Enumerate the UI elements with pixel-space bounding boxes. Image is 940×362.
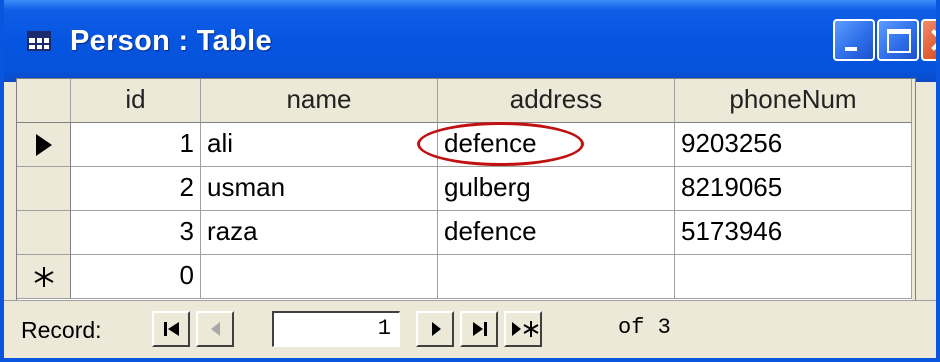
column-header-id[interactable]: id bbox=[71, 79, 201, 123]
record-navigation-bar: Record: 1 of 3 bbox=[4, 300, 936, 358]
table-cell[interactable]: 1 bbox=[71, 123, 201, 167]
column-header-phonenum[interactable]: phoneNum bbox=[675, 79, 912, 123]
new-record-selector[interactable] bbox=[17, 255, 71, 299]
last-record-button[interactable] bbox=[460, 311, 498, 347]
record-selector[interactable] bbox=[17, 211, 71, 255]
record-count: of 3 bbox=[618, 315, 671, 340]
table-cell[interactable] bbox=[675, 255, 912, 299]
table-cell[interactable]: 9203256 bbox=[675, 123, 912, 167]
table-cell[interactable]: 0 bbox=[71, 255, 201, 299]
datasheet-icon bbox=[27, 31, 51, 51]
table-cell[interactable] bbox=[438, 255, 675, 299]
new-record-icon bbox=[512, 321, 539, 337]
close-button[interactable] bbox=[921, 19, 936, 61]
column-header-address[interactable]: address bbox=[438, 79, 675, 123]
previous-record-icon bbox=[211, 322, 220, 336]
current-record-arrow-icon bbox=[36, 134, 52, 156]
table-cell[interactable]: gulberg bbox=[438, 167, 675, 211]
table-cell[interactable]: usman bbox=[201, 167, 438, 211]
new-record-asterisk-icon bbox=[34, 267, 54, 287]
first-record-button[interactable] bbox=[152, 311, 190, 347]
table-window: Person : Table id name address phoneNum … bbox=[0, 0, 940, 362]
window-title: Person : Table bbox=[70, 25, 272, 57]
first-record-icon bbox=[164, 322, 179, 336]
minimize-button[interactable] bbox=[833, 19, 875, 61]
select-all-corner[interactable] bbox=[17, 79, 71, 123]
record-selector[interactable] bbox=[17, 167, 71, 211]
next-record-icon bbox=[432, 322, 441, 336]
record-label: Record: bbox=[21, 317, 102, 343]
table-cell[interactable]: ali bbox=[201, 123, 438, 167]
last-record-icon bbox=[473, 322, 487, 336]
previous-record-button[interactable] bbox=[196, 311, 234, 347]
current-record-field[interactable]: 1 bbox=[272, 311, 400, 347]
column-header-name[interactable]: name bbox=[201, 79, 438, 123]
title-bar[interactable]: Person : Table bbox=[4, 0, 936, 82]
close-icon bbox=[931, 29, 936, 51]
minimize-icon bbox=[845, 47, 857, 51]
table-cell[interactable]: 8219065 bbox=[675, 167, 912, 211]
table-cell[interactable]: 5173946 bbox=[675, 211, 912, 255]
new-record-button[interactable] bbox=[504, 311, 542, 347]
table-cell[interactable]: 2 bbox=[71, 167, 201, 211]
next-record-button[interactable] bbox=[416, 311, 454, 347]
maximize-icon bbox=[887, 29, 911, 53]
table-cell[interactable]: 3 bbox=[71, 211, 201, 255]
record-selector-current[interactable] bbox=[17, 123, 71, 167]
table-cell[interactable]: raza bbox=[201, 211, 438, 255]
table-cell[interactable] bbox=[201, 255, 438, 299]
highlight-ellipse bbox=[417, 122, 584, 166]
datasheet-grid: id name address phoneNum 1 ali defence 9… bbox=[16, 78, 916, 302]
maximize-button[interactable] bbox=[877, 19, 919, 61]
table-cell[interactable]: defence bbox=[438, 211, 675, 255]
